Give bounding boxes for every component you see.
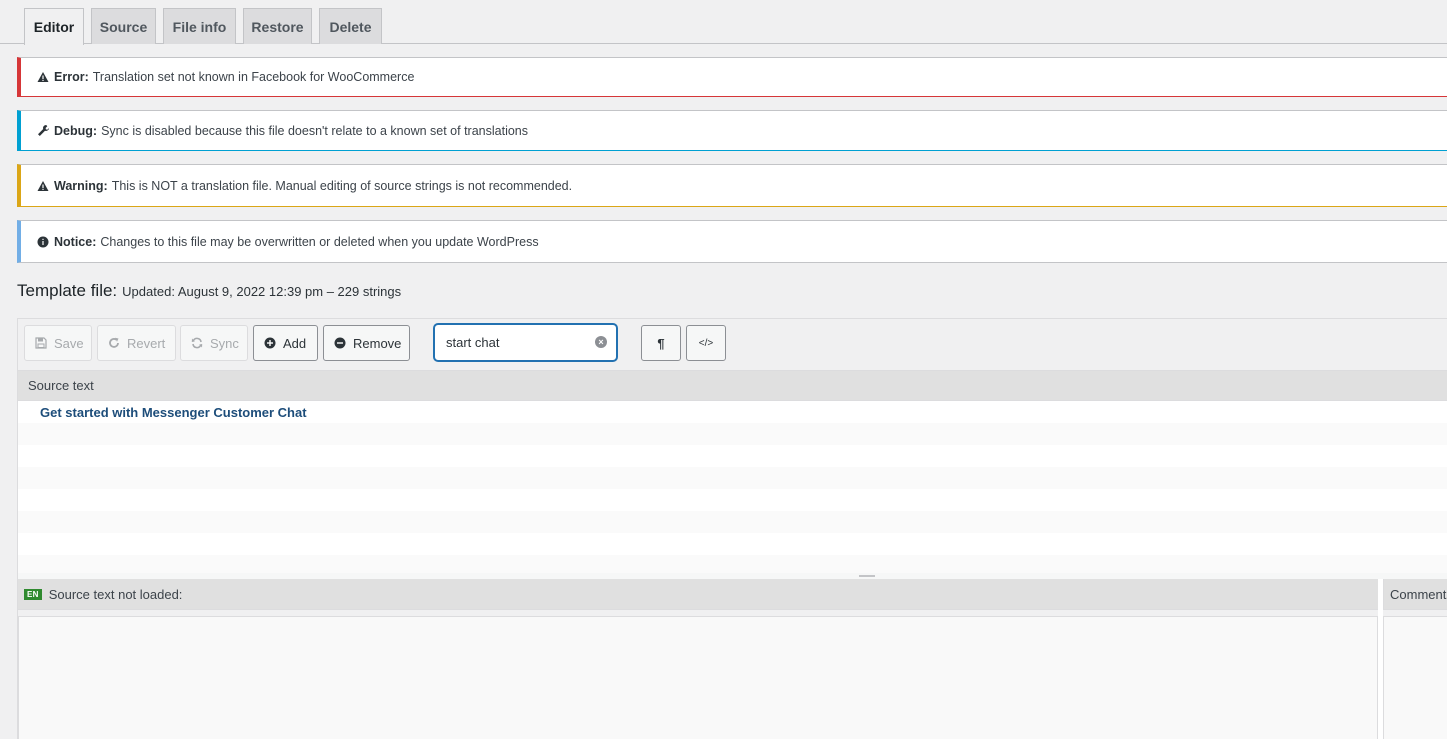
comments-text-area[interactable]: [1383, 616, 1447, 739]
save-button[interactable]: Save: [24, 325, 92, 361]
editor-panel: Save Revert Sync Add Remove start chat ×…: [17, 318, 1447, 739]
list-row-empty: [18, 533, 1447, 555]
add-label: Add: [283, 335, 307, 351]
notice-label: Debug:: [54, 123, 98, 138]
source-pane-header: EN Source text not loaded:: [18, 579, 1378, 610]
notice-text: Changes to this file may be overwritten …: [100, 234, 539, 249]
string-list: Get started with Messenger Customer Chat: [18, 401, 1447, 577]
tab-file-info[interactable]: File info: [163, 8, 236, 44]
notice-text: Translation set not known in Facebook fo…: [92, 70, 415, 84]
add-button[interactable]: Add: [253, 325, 318, 361]
error-notice: Error: Translation set not known in Face…: [17, 57, 1447, 97]
revert-icon: [108, 337, 120, 349]
list-item[interactable]: Get started with Messenger Customer Chat: [18, 401, 1447, 423]
warning-icon: [35, 178, 51, 194]
sync-button[interactable]: Sync: [180, 325, 248, 361]
template-meta: Updated: August 9, 2022 12:39 pm – 229 s…: [122, 284, 402, 299]
toggle-code-view-button[interactable]: </>: [686, 325, 726, 361]
remove-button[interactable]: Remove: [323, 325, 410, 361]
save-icon: [35, 337, 47, 349]
splitter-grip-icon[interactable]: [859, 575, 875, 577]
language-flag: EN: [24, 588, 42, 600]
comments-pane-header: Comments: [1383, 579, 1447, 610]
debug-notice: Debug: Sync is disabled because this fil…: [17, 110, 1447, 151]
source-text-column-header: Source text: [18, 371, 1447, 401]
notice-label: Error:: [54, 70, 89, 84]
warning-icon: [35, 69, 51, 85]
notice-text: This is NOT a translation file. Manual e…: [111, 178, 573, 193]
list-row-empty: [18, 489, 1447, 511]
sync-label: Sync: [210, 335, 239, 351]
tab-editor[interactable]: Editor: [24, 8, 84, 45]
filter-search: ×: [434, 324, 617, 361]
template-label: Template file:: [17, 281, 118, 300]
list-row-empty: [18, 423, 1447, 445]
list-row-empty: [18, 445, 1447, 467]
source-text-area[interactable]: [18, 616, 1378, 739]
save-label: Save: [54, 335, 84, 351]
filter-input[interactable]: [435, 325, 585, 360]
tab-restore[interactable]: Restore: [243, 8, 312, 44]
comments-pane: Comments: [1383, 579, 1447, 739]
revert-label: Revert: [127, 335, 166, 351]
pilcrow-icon: ¶: [657, 335, 665, 351]
tab-delete[interactable]: Delete: [319, 8, 382, 44]
notice-label: Warning:: [54, 178, 108, 193]
remove-label: Remove: [353, 335, 402, 351]
wrench-icon: [35, 123, 51, 139]
template-heading: Template file: Updated: August 9, 2022 1…: [17, 281, 401, 301]
notice-text: Sync is disabled because this file doesn…: [101, 123, 528, 138]
source-pane-title: Source text not loaded:: [48, 586, 183, 602]
plus-circle-icon: [264, 337, 276, 349]
info-notice: Notice: Changes to this file may be over…: [17, 220, 1447, 263]
revert-button[interactable]: Revert: [97, 325, 176, 361]
editor-toolbar: Save Revert Sync Add Remove start chat ×…: [18, 319, 1447, 371]
notice-label: Notice:: [54, 234, 97, 249]
list-row-empty: [18, 511, 1447, 533]
clear-search-icon[interactable]: ×: [595, 336, 607, 348]
tab-source[interactable]: Source: [91, 8, 156, 44]
tab-bar: Editor Source File info Restore Delete: [0, 0, 1447, 45]
minus-circle-icon: [334, 337, 346, 349]
warning-notice: Warning: This is NOT a translation file.…: [17, 164, 1447, 207]
toggle-invisibles-button[interactable]: ¶: [641, 325, 681, 361]
source-pane: EN Source text not loaded:: [18, 579, 1378, 739]
code-icon: </>: [698, 337, 714, 349]
sync-icon: [191, 337, 203, 349]
list-row-empty: [18, 467, 1447, 489]
info-icon: [35, 234, 51, 250]
